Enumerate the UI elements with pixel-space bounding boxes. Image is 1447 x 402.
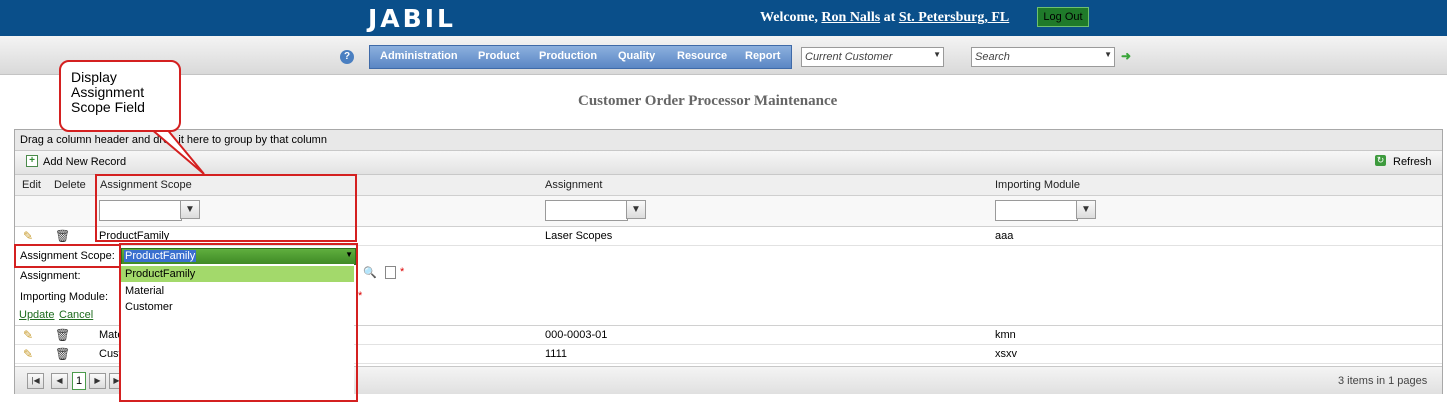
callout-bubble: Display Assignment Scope Field: [59, 60, 181, 132]
callout-pointer: [147, 127, 205, 175]
callout-text: Display Assignment Scope Field: [71, 69, 145, 115]
